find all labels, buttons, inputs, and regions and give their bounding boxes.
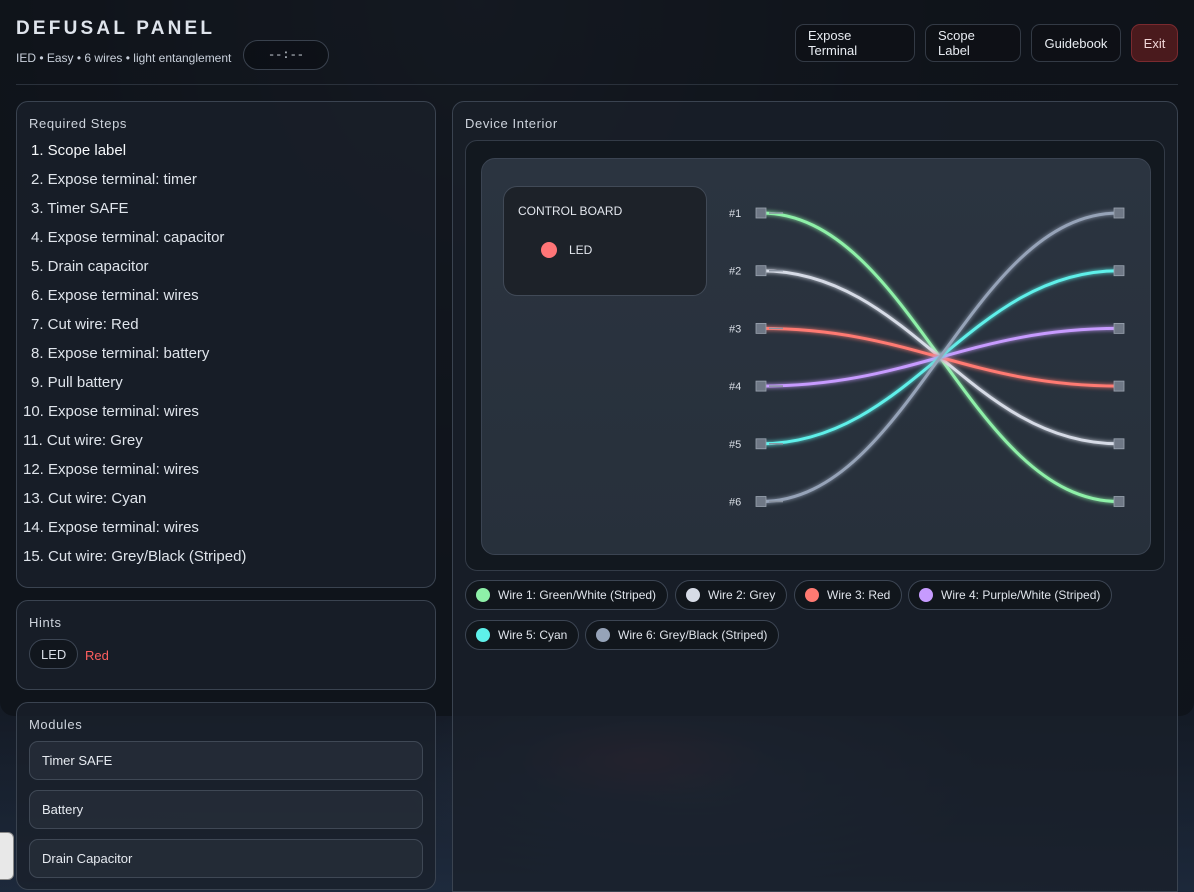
scope-label-button[interactable]: Scope Label	[925, 24, 1021, 62]
module-timer-safe-button[interactable]: Timer SAFE	[29, 741, 423, 780]
right-terminal-pad[interactable]	[1113, 322, 1125, 334]
left-terminal-pad[interactable]	[755, 496, 767, 507]
terminal-label: #6	[729, 497, 741, 509]
wire-legend-item[interactable]: Wire 6: Grey/Black (Striped)	[585, 620, 780, 650]
wire-legend-label: Wire 5: Cyan	[498, 628, 568, 642]
required-steps-title: Required Steps	[29, 116, 128, 131]
board-frame: CONTROL BOARD LED #1 #2 #3 #4 #5 #6	[465, 140, 1165, 571]
module-battery-button[interactable]: Battery	[29, 790, 423, 829]
left-terminal-pad[interactable]	[755, 207, 767, 219]
step-item: 6. Expose terminal: wires	[31, 287, 199, 304]
right-terminal-pad[interactable]	[1113, 438, 1125, 450]
wire-color-swatch	[805, 588, 819, 602]
hint-value: Red	[85, 648, 109, 663]
module-drain-capacitor-button[interactable]: Drain Capacitor	[29, 839, 423, 878]
side-tab-handle[interactable]	[0, 832, 14, 880]
step-item: 1. Scope label	[31, 142, 127, 159]
step-item: 3. Timer SAFE	[31, 200, 129, 217]
wire-legend-item[interactable]: Wire 3: Red	[794, 580, 903, 610]
right-terminal-pad[interactable]	[1113, 380, 1125, 392]
wire-legend-label: Wire 1: Green/White (Striped)	[498, 588, 657, 602]
device-interior-card: Device Interior CONTROL BOARD LED #1 #2 …	[452, 101, 1178, 892]
header: DEFUSAL PANEL IED • Easy • 6 wires • lig…	[16, 16, 1178, 86]
step-list: 1. Scope label 2. Expose terminal: timer 3…	[23, 142, 246, 577]
left-terminal-pad[interactable]	[755, 265, 767, 277]
wire-color-swatch	[596, 628, 610, 642]
wire-legend-label: Wire 2: Grey	[708, 588, 776, 602]
header-divider	[16, 84, 1178, 85]
right-terminal-pad[interactable]	[1113, 265, 1125, 277]
step-item: 9. Pull battery	[31, 374, 123, 391]
hints-title: Hints	[29, 615, 62, 630]
step-item: 15. Cut wire: Grey/Black (Striped)	[23, 548, 247, 565]
step-item: 8. Expose terminal: battery	[31, 345, 210, 362]
device-interior-title: Device Interior	[465, 116, 558, 131]
terminal-label: #2	[729, 266, 741, 278]
step-item: 10. Expose terminal: wires	[23, 403, 199, 420]
required-steps-card: Required Steps 1. Scope label 2. Expose t…	[16, 101, 436, 588]
wire-6[interactable]	[759, 211, 1121, 503]
wire-color-swatch	[686, 588, 700, 602]
wiring-diagram: #1 #2 #3 #4 #5 #6	[729, 207, 1125, 509]
left-terminal-pad[interactable]	[755, 380, 767, 392]
timer-display: --:--	[243, 40, 329, 70]
header-actions: Expose Terminal Scope Label Guidebook Ex…	[795, 24, 1178, 62]
modules-card: Modules Timer SAFE Battery Drain Capacit…	[16, 702, 436, 890]
right-terminal-pad[interactable]	[1113, 207, 1125, 219]
page-title: DEFUSAL PANEL	[16, 18, 216, 39]
wire-color-swatch	[476, 588, 490, 602]
wire-legend-item[interactable]: Wire 2: Grey	[675, 580, 788, 610]
step-item: 4. Expose terminal: capacitor	[31, 229, 225, 246]
wire-legend-item[interactable]: Wire 1: Green/White (Striped)	[465, 580, 669, 610]
terminal-label: #5	[729, 439, 741, 451]
step-item: 13. Cut wire: Cyan	[23, 490, 147, 507]
hint-chip-led: LED	[29, 639, 79, 669]
exit-button[interactable]: Exit	[1131, 24, 1178, 62]
left-terminal-pad[interactable]	[755, 322, 767, 334]
step-item: 11. Cut wire: Grey	[23, 432, 143, 449]
page-subtitle: IED • Easy • 6 wires • light entanglemen…	[16, 51, 232, 65]
guidebook-button[interactable]: Guidebook	[1031, 24, 1121, 62]
modules-title: Modules	[29, 717, 83, 732]
step-item: 7. Cut wire: Red	[31, 316, 139, 333]
terminal-label: #3	[729, 323, 741, 335]
step-item: 2. Expose terminal: timer	[31, 171, 197, 188]
step-item: 12. Expose terminal: wires	[23, 461, 199, 478]
wire-legend-label: Wire 4: Purple/White (Striped)	[941, 588, 1101, 602]
right-terminal-pad[interactable]	[1113, 496, 1125, 507]
terminal-label: #1	[729, 208, 741, 220]
defusal-app: DEFUSAL PANEL IED • Easy • 6 wires • lig…	[0, 0, 1194, 892]
hints-card: Hints LED Red	[16, 600, 436, 690]
wire-color-swatch	[476, 628, 490, 642]
circuit-board: CONTROL BOARD LED #1 #2 #3 #4 #5 #6	[481, 158, 1151, 555]
step-item: 5. Drain capacitor	[31, 258, 149, 275]
wire-legend-item[interactable]: Wire 4: Purple/White (Striped)	[908, 580, 1113, 610]
wire-legend-item[interactable]: Wire 5: Cyan	[465, 620, 580, 650]
terminal-label: #4	[729, 381, 741, 393]
wire-legend-label: Wire 3: Red	[827, 588, 891, 602]
expose-terminal-button[interactable]: Expose Terminal	[795, 24, 915, 62]
wire-color-swatch	[919, 588, 933, 602]
step-item: 14. Expose terminal: wires	[23, 519, 199, 536]
wire-legend-label: Wire 6: Grey/Black (Striped)	[618, 628, 768, 642]
left-terminal-pad[interactable]	[755, 438, 767, 450]
